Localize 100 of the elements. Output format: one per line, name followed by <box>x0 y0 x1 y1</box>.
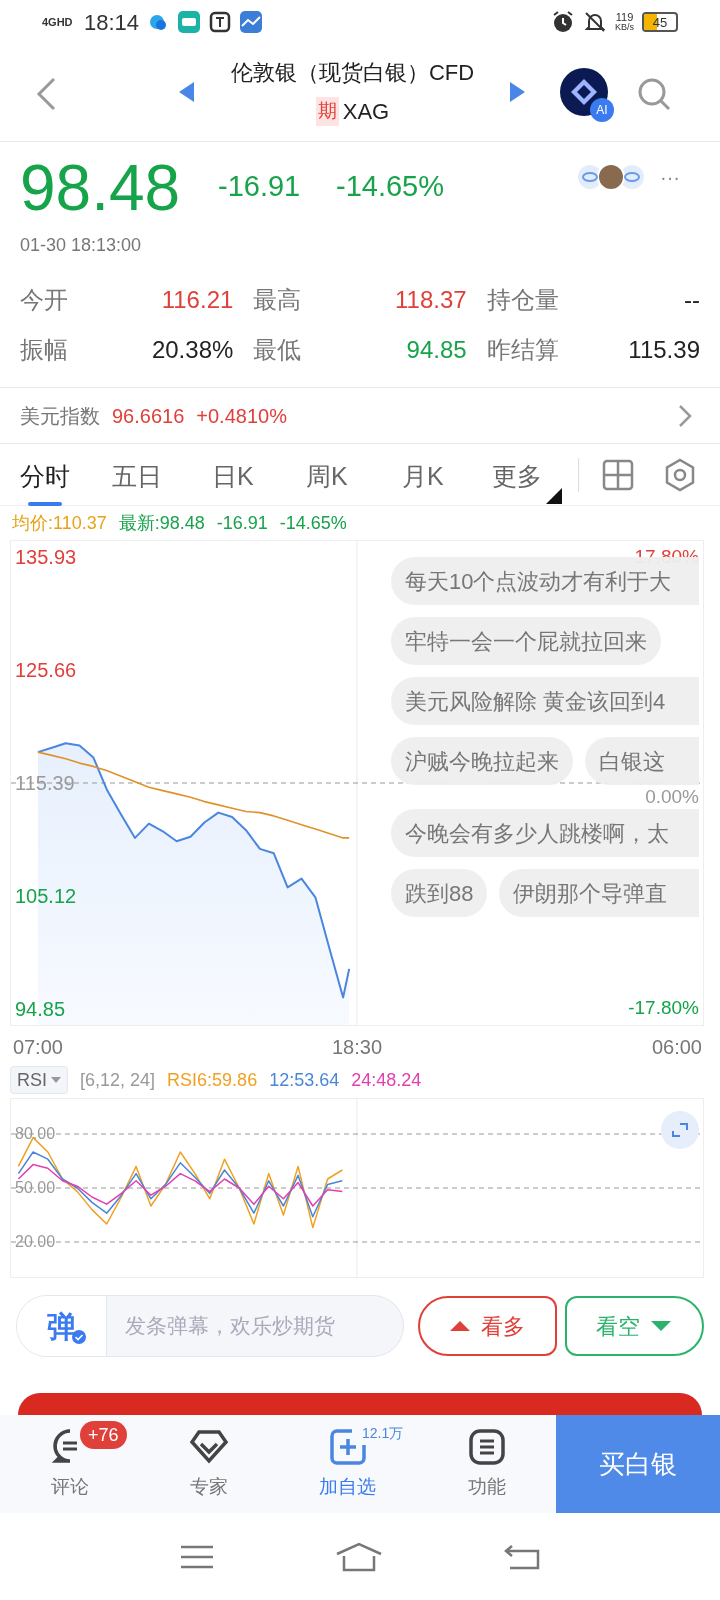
indicator-value: RSI6:59.86 <box>167 1068 258 1092</box>
layout-grid-icon[interactable] <box>602 459 634 491</box>
time-label: 07:00 <box>12 1035 63 1060</box>
network-speed: 119 <box>615 12 634 23</box>
home-icon[interactable] <box>335 1541 383 1572</box>
settings-icon[interactable] <box>664 458 696 492</box>
index-value: 96.6616 <box>112 403 185 429</box>
period-tab[interactable]: 更多 <box>492 448 542 506</box>
quote-time: 01-30 18:13:00 <box>20 234 142 257</box>
comment-bubble: 每天10个点波动才有利于大 <box>391 557 699 605</box>
stat-value: 94.85 <box>406 334 467 365</box>
menu-icon[interactable] <box>180 1543 215 1570</box>
viewer-avatars-icon <box>576 162 646 192</box>
next-arrow-icon[interactable] <box>508 81 526 103</box>
comment-bubble: 美元风险解除 黄金该回到4 <box>391 677 699 725</box>
futures-tag: 期 <box>315 97 339 126</box>
axis-label: 20.00 <box>15 1234 56 1251</box>
legend-value: 均价:110.37 <box>12 511 107 535</box>
chevron-right-icon[interactable] <box>678 404 692 428</box>
stat-label: 振幅 <box>20 334 68 365</box>
axis-label: 125.66 <box>15 659 77 680</box>
stat-value: 115.39 <box>628 334 700 365</box>
index-change: +0.4810% <box>196 403 287 429</box>
comment-bubble: 今晚会有多少人跳楼啊，太 <box>391 809 699 857</box>
dropdown-corner-icon[interactable] <box>546 488 562 504</box>
more-button[interactable]: ··· <box>660 162 680 192</box>
period-tab[interactable]: 五日 <box>112 448 162 506</box>
nav-tab[interactable]: 专家 <box>139 1415 278 1513</box>
stat-label: 持仓量 <box>486 284 559 315</box>
chart-app-icon <box>239 10 264 34</box>
up-triangle-icon <box>449 1320 472 1332</box>
percent-change: -14.65% <box>336 172 444 201</box>
comment-bubble: 牢特一会一个屁就拉回来 <box>391 617 661 665</box>
comment-box[interactable]: 弹 发条弹幕，欢乐炒期货 <box>16 1295 404 1357</box>
indicator-value: 24:48.24 <box>351 1068 422 1092</box>
diamond-logo-icon <box>569 77 599 107</box>
stat-value: 118.37 <box>395 284 467 315</box>
count-badge: +76 <box>80 1421 127 1449</box>
indicator-dropdown[interactable]: RSI <box>10 1066 68 1094</box>
comment-bubble: 沪贼今晚拉起来 <box>391 737 573 785</box>
expand-button[interactable] <box>661 1111 699 1149</box>
bell-off-icon <box>583 10 607 34</box>
axis-label: 50.00 <box>15 1180 56 1196</box>
axis-label: 94.85 <box>15 999 66 1020</box>
bullish-button[interactable]: 看多 <box>417 1296 557 1356</box>
alarm-icon <box>551 10 575 34</box>
axis-label: 135.93 <box>15 546 77 567</box>
stat-value: -- <box>684 284 700 315</box>
stat-label: 最高 <box>253 284 302 315</box>
nav-tab[interactable]: 12.1万 加自选 <box>278 1415 417 1513</box>
stat-value: 20.38% <box>151 334 234 365</box>
time-label: 18:30 <box>331 1035 383 1060</box>
axis-label: -17.80% <box>628 998 699 1017</box>
axis-label: 80.00 <box>15 1125 56 1142</box>
search-button[interactable] <box>636 76 672 112</box>
legend-value: -14.65% <box>279 511 347 535</box>
indicator-value: 12:53.64 <box>269 1068 340 1092</box>
nav-tab[interactable]: 功能 <box>417 1415 556 1513</box>
job-app-icon <box>177 10 202 34</box>
instrument-title: 伦敦银（现货白银）CFD <box>230 59 475 87</box>
last-price: 98.48 <box>20 156 181 220</box>
bearish-button[interactable]: 看空 <box>564 1296 704 1356</box>
caret-icon <box>51 1077 61 1083</box>
ai-badge: AI <box>590 98 614 122</box>
ai-assistant-button[interactable] <box>560 68 608 116</box>
index-label: 美元指数 <box>20 403 100 429</box>
axis-label: 105.12 <box>15 886 77 906</box>
legend-value: 最新:98.48 <box>118 511 205 535</box>
period-tab[interactable]: 周K <box>306 448 348 506</box>
previous-arrow-icon[interactable] <box>178 81 196 103</box>
stat-label: 昨结算 <box>486 334 559 365</box>
back-icon[interactable] <box>503 1542 540 1571</box>
comment-bubble: 伊朗那个导弹直 <box>499 869 699 917</box>
stat-value: 116.21 <box>161 284 234 315</box>
price-change: -16.91 <box>218 172 301 201</box>
list-icon <box>466 1426 507 1467</box>
time-label: 06:00 <box>651 1035 702 1060</box>
axis-label: 0.00% <box>645 787 699 806</box>
follower-count: 12.1万 <box>362 1424 404 1443</box>
stat-label: 今开 <box>20 284 68 315</box>
clock: 18:14 <box>84 8 140 37</box>
period-tab[interactable]: 月K <box>402 448 444 506</box>
comment-input-field[interactable]: 发条弹幕，欢乐炒期货 <box>107 1296 403 1356</box>
expand-icon <box>671 1122 689 1138</box>
nav-tab[interactable]: +76 评论 <box>0 1415 139 1513</box>
buy-button[interactable]: 买白银 <box>556 1415 720 1513</box>
indicator-params: [6,12, 24] <box>80 1068 156 1092</box>
stat-label: 最低 <box>253 334 302 365</box>
axis-label: 115.39 <box>15 773 75 793</box>
network-indicator: 4GHD <box>42 16 74 28</box>
down-triangle-icon <box>650 1320 673 1332</box>
comment-bubble: 白银这 <box>585 737 699 785</box>
instrument-code: XAG <box>342 98 390 126</box>
period-tab[interactable]: 分时 <box>20 448 70 506</box>
period-tab[interactable]: 日K <box>212 448 254 506</box>
legend-value: -16.91 <box>216 511 268 535</box>
danmaku-label: 弹 <box>46 1308 77 1345</box>
square-app-icon <box>209 11 232 33</box>
speed-unit: KB/s <box>615 23 634 32</box>
check-badge-icon <box>72 1330 86 1344</box>
